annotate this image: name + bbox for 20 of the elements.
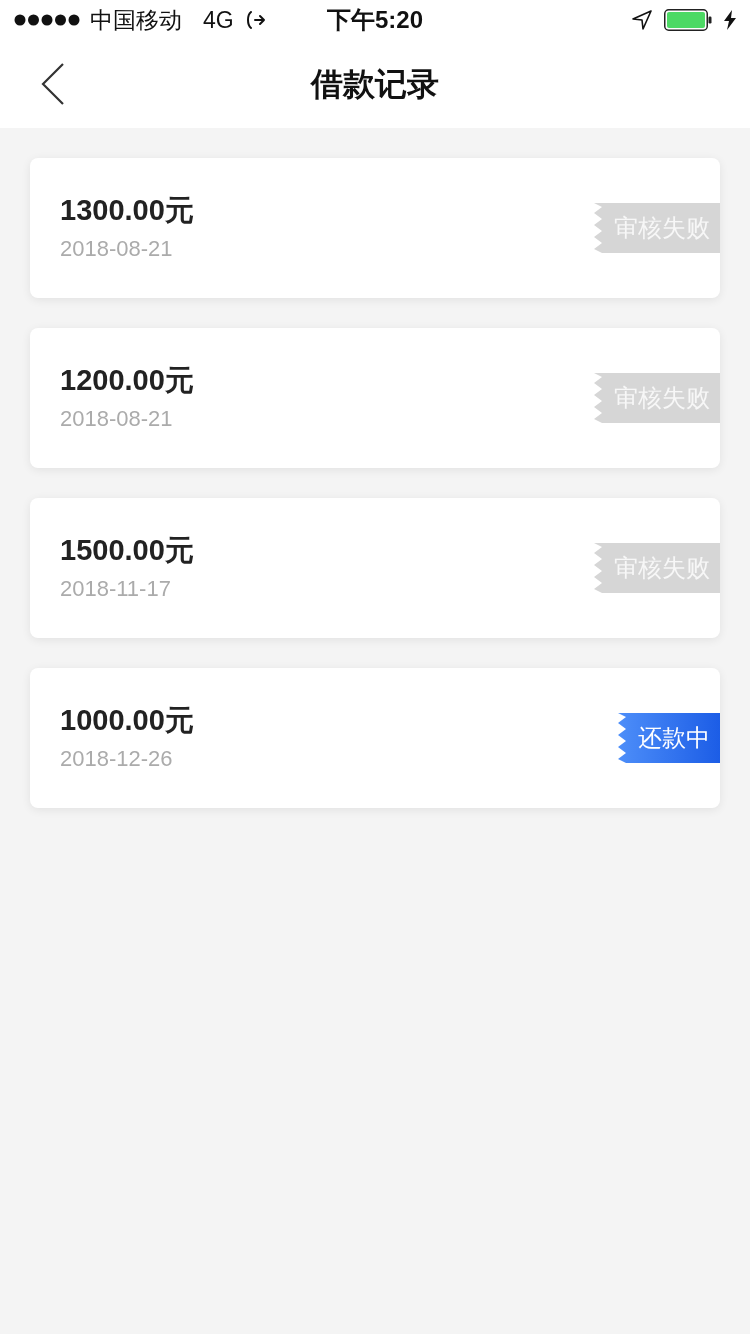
location-arrow-icon bbox=[632, 10, 652, 30]
status-tag: 还款中 bbox=[618, 713, 720, 763]
battery-icon bbox=[664, 9, 712, 31]
loan-amount: 1000.00元 bbox=[60, 703, 194, 737]
signal-icon bbox=[14, 14, 80, 26]
network-type: 4G bbox=[203, 8, 234, 32]
back-chevron-icon bbox=[41, 63, 65, 105]
phone-arrow-icon bbox=[245, 11, 266, 29]
page-title: 借款记录 bbox=[311, 68, 439, 100]
charging-bolt-icon bbox=[724, 10, 736, 30]
loan-card[interactable]: 1000.00元 2018-12-26 还款中 bbox=[30, 668, 720, 808]
loan-date: 2018-08-21 bbox=[60, 235, 174, 263]
loan-date: 2018-11-17 bbox=[60, 575, 172, 603]
loan-amount: 1300.00元 bbox=[60, 193, 194, 227]
loan-date: 2018-08-21 bbox=[60, 405, 174, 433]
loan-amount: 1500.00元 bbox=[60, 533, 194, 567]
loan-amount: 1200.00元 bbox=[60, 363, 194, 397]
status-time: 下午5:20 bbox=[327, 8, 424, 32]
loan-date: 2018-12-26 bbox=[60, 745, 174, 773]
carrier-name: 中国移动 bbox=[90, 8, 182, 32]
